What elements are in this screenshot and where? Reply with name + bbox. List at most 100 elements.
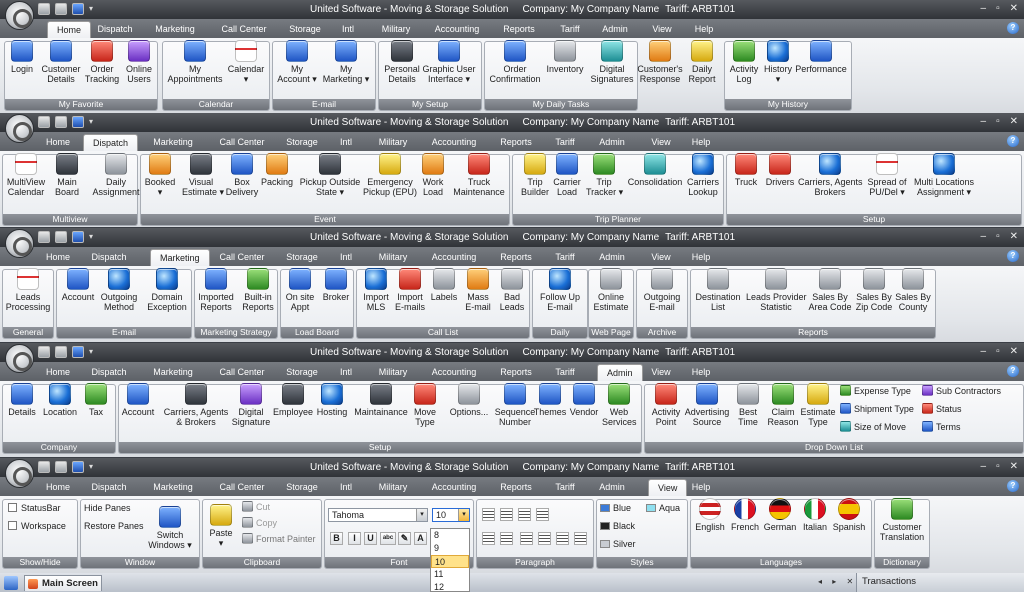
restore-button[interactable]: ▫ — [996, 231, 1000, 242]
tab-storage[interactable]: Storage — [285, 479, 319, 496]
carrier-load-button[interactable]: Carrier Load — [552, 153, 582, 197]
account-button[interactable]: Account — [120, 383, 156, 417]
statusbar-checkbox[interactable]: StatusBar — [8, 501, 61, 515]
italic-button[interactable]: I — [348, 532, 361, 545]
tab-view[interactable]: View — [648, 249, 674, 266]
monitor-icon[interactable] — [72, 116, 84, 128]
tab-admin[interactable]: Admin — [597, 249, 627, 266]
booked-button[interactable]: Booked ▾ — [142, 153, 178, 197]
format-painter-button[interactable]: Format Painter — [242, 532, 316, 546]
digital-signatures-button[interactable]: Digital Signatures — [590, 40, 634, 84]
close-button[interactable]: ✕ — [1010, 3, 1018, 14]
minimize-button[interactable]: – — [981, 116, 987, 127]
my-appointments-button[interactable]: My Appointments — [164, 40, 226, 84]
tab-intl[interactable]: Intl — [338, 134, 354, 151]
tab-dispatch[interactable]: Dispatch — [83, 134, 139, 151]
destination-list-button[interactable]: Destination List — [692, 268, 744, 312]
tab-intl[interactable]: Intl — [340, 21, 356, 38]
tab-home[interactable]: Home — [43, 364, 73, 381]
web-services-button[interactable]: Web Services — [602, 383, 637, 427]
style-silver-button[interactable]: Silver — [600, 538, 636, 550]
tab-tariff[interactable]: Tariff — [557, 21, 583, 38]
tax-button[interactable]: Tax — [82, 383, 110, 417]
bold-button[interactable]: B — [330, 532, 343, 545]
tab-accounting[interactable]: Accounting — [430, 134, 478, 151]
hide-panes-button[interactable]: Hide Panes — [84, 501, 131, 515]
tab-admin[interactable]: Admin — [597, 479, 627, 496]
tab-accounting[interactable]: Accounting — [433, 21, 481, 38]
tab-reports[interactable]: Reports — [500, 479, 532, 496]
activity-point-button[interactable]: Activity Point — [646, 383, 686, 427]
tab-admin[interactable]: Admin — [600, 21, 630, 38]
close-button[interactable]: ✕ — [1010, 231, 1018, 242]
order-confirmation-button[interactable]: Order Confirmation — [486, 40, 544, 84]
tab-reports[interactable]: Reports — [503, 21, 535, 38]
tab-view[interactable]: View — [649, 21, 675, 38]
tab-tariff[interactable]: Tariff — [552, 249, 578, 266]
tab-intl[interactable]: Intl — [338, 479, 354, 496]
tab-accounting[interactable]: Accounting — [430, 364, 478, 381]
best-time-button[interactable]: Best Time — [734, 383, 762, 427]
calculator-icon[interactable] — [38, 461, 50, 473]
truck-maintenance-button[interactable]: Truck Maintenance — [450, 153, 508, 197]
bad-leads-button[interactable]: Bad Leads — [496, 268, 528, 312]
sub-contractors-button[interactable]: Sub Contractors — [922, 384, 1001, 398]
tab-help[interactable]: Help — [690, 364, 712, 381]
minimize-button[interactable]: – — [981, 3, 987, 14]
leads-processing-button[interactable]: Leads Processing — [4, 268, 52, 312]
emergency-pickup-epu-button[interactable]: Emergency Pickup (EPU) — [362, 153, 418, 197]
shipment-type-button[interactable]: Shipment Type — [840, 402, 914, 416]
mass-e-mail-button[interactable]: Mass E-mail — [462, 268, 494, 312]
multi-locations-assignment-button[interactable]: Multi Locations Assignment ▾ — [908, 153, 980, 197]
trip-tracker-button[interactable]: Trip Tracker ▾ — [586, 153, 623, 197]
highlight-button[interactable]: ✎ — [398, 532, 411, 545]
carriers-agents-brokers-button[interactable]: Carriers, Agents & Brokers — [158, 383, 234, 427]
leads-provider-statistic-button[interactable]: Leads Provider Statistic — [746, 268, 807, 312]
calculator-icon[interactable] — [38, 346, 50, 358]
tab-dispatch[interactable]: Dispatch — [83, 479, 135, 496]
visual-estimate-button[interactable]: Visual Estimate ▾ — [182, 153, 224, 197]
outgoing-e-mail-button[interactable]: Outgoing E-mail — [638, 268, 686, 312]
sales-by-area-code-button[interactable]: Sales By Area Code — [806, 268, 854, 312]
tab-view[interactable]: View — [648, 364, 674, 381]
tab-admin[interactable]: Admin — [597, 134, 627, 151]
qat-dropdown-icon[interactable]: ▾ — [89, 3, 96, 15]
login-button[interactable]: Login — [6, 40, 38, 74]
move-type-button[interactable]: Move Type — [410, 383, 440, 427]
help-icon[interactable]: ? — [1007, 135, 1019, 147]
terms-button[interactable]: Terms — [922, 420, 961, 434]
printer-icon[interactable] — [55, 346, 67, 358]
box-delivery-button[interactable]: Box Delivery — [222, 153, 262, 197]
history-button[interactable]: History ▾ — [762, 40, 794, 84]
truck-button[interactable]: Truck — [730, 153, 762, 187]
trip-builder-button[interactable]: Trip Builder — [516, 153, 554, 197]
font-color-button[interactable]: A — [414, 532, 427, 545]
tab-home[interactable]: Home — [43, 134, 73, 151]
tab-accounting[interactable]: Accounting — [430, 249, 478, 266]
online-users-button[interactable]: Online Users — [120, 40, 158, 84]
qat-dropdown-icon[interactable]: ▾ — [89, 231, 96, 243]
tab-view[interactable]: View — [648, 479, 688, 496]
imported-reports-button[interactable]: Imported Reports — [196, 268, 236, 312]
application-orb-icon[interactable] — [5, 1, 34, 30]
domain-exception-button[interactable]: Domain Exception — [142, 268, 192, 312]
help-icon[interactable]: ? — [1007, 365, 1019, 377]
tab-call-center[interactable]: Call Center — [216, 249, 268, 266]
tab-tariff[interactable]: Tariff — [552, 134, 578, 151]
tab-storage[interactable]: Storage — [285, 364, 319, 381]
tab-reports[interactable]: Reports — [500, 364, 532, 381]
transactions-pane-header[interactable]: Transactions — [856, 573, 1024, 592]
style-black-button[interactable]: Black — [600, 520, 635, 532]
calculator-icon[interactable] — [38, 116, 50, 128]
themes-button[interactable]: Themes — [532, 383, 568, 417]
online-estimate-button[interactable]: Online Estimate — [590, 268, 632, 312]
application-orb-icon[interactable] — [5, 344, 34, 373]
outgoing-method-button[interactable]: Outgoing Method — [96, 268, 142, 312]
font-size-option[interactable]: 11 — [431, 568, 469, 581]
minimize-button[interactable]: – — [981, 461, 987, 472]
tab-call-center[interactable]: Call Center — [219, 21, 269, 38]
carriers-lookup-button[interactable]: Carriers Lookup — [686, 153, 720, 197]
help-icon[interactable]: ? — [1007, 22, 1019, 34]
pilcrow-icon[interactable] — [500, 532, 513, 545]
font-size-select[interactable]: 10 ▾ — [432, 508, 470, 522]
